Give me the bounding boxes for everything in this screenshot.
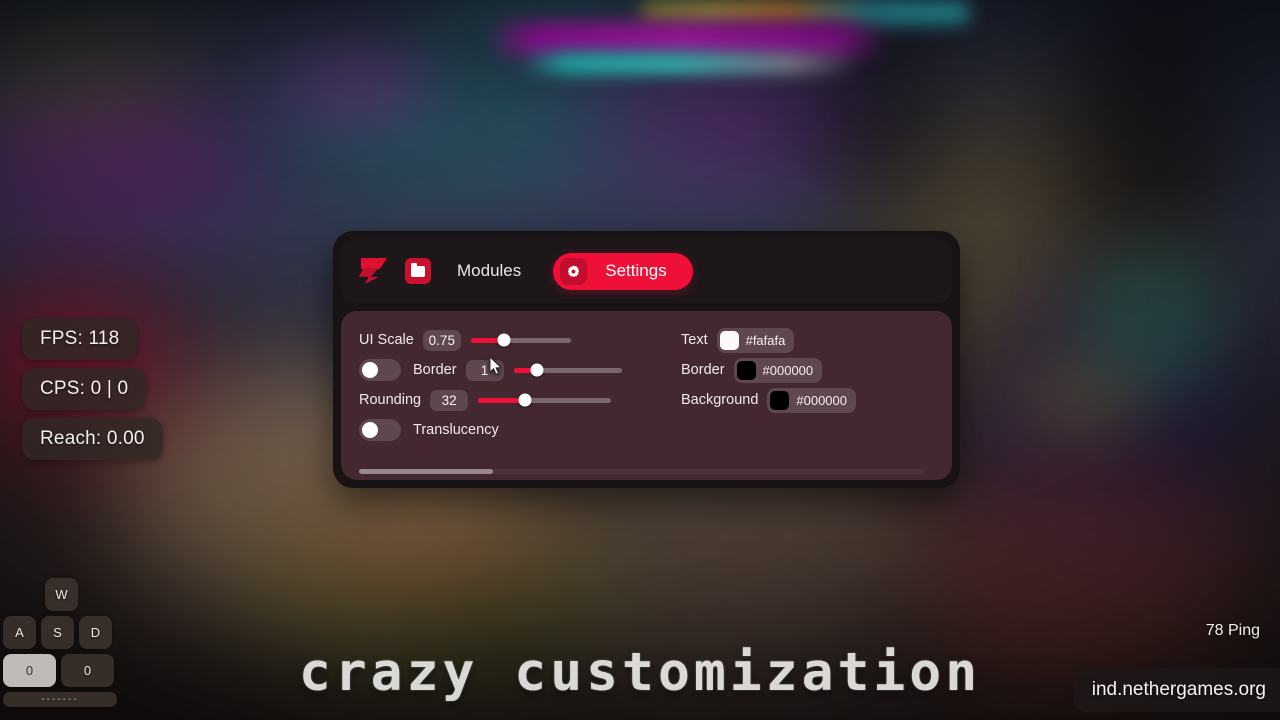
client-window: Modules Settings UI Scale 0.75 Border 1 … [333,231,960,488]
client-logo-icon [359,258,389,284]
setting-background-color-hex: #000000 [796,392,848,408]
setting-rounding-slider[interactable] [478,393,612,407]
setting-ui-scale-value[interactable]: 0.75 [422,329,461,351]
background-scoreboard-title [640,0,970,24]
modules-folder-icon[interactable] [405,258,431,284]
setting-ui-scale-slider[interactable] [470,333,571,347]
setting-rounding-label: Rounding [359,392,422,408]
setting-border-color-field[interactable]: #000000 [733,357,823,383]
setting-text-color-hex: #fafafa [745,332,786,348]
setting-background-color: Background #000000 [681,385,934,415]
tab-modules[interactable]: Modules [447,261,531,281]
color-swatch[interactable] [719,330,739,350]
settings-column-left: UI Scale 0.75 Border 1 Rounding 32 Trans… [359,325,659,445]
settings-horizontal-scrollbar[interactable] [359,469,924,474]
slider-knob[interactable] [530,363,544,377]
scrollbar-thumb[interactable] [359,469,493,474]
video-caption: crazy customization [298,642,982,703]
setting-text-color: Text #fafafa [681,325,934,355]
setting-background-color-field[interactable]: #000000 [767,387,857,413]
game-screen: FPS: 118 CPS: 0 | 0 Reach: 0.00 W A S D … [0,0,1280,720]
setting-border-toggle[interactable] [359,359,401,381]
settings-panel: UI Scale 0.75 Border 1 Rounding 32 Trans… [341,311,952,480]
hud-fps: FPS: 118 [22,318,138,360]
setting-border-color-label: Border [681,362,725,378]
color-swatch[interactable] [770,390,790,410]
client-topbar: Modules Settings [341,239,952,303]
background-scoreboard-banner [486,22,886,56]
setting-border-value[interactable]: 1 [465,359,504,381]
background-scoreboard-line [520,52,860,74]
hud-cps: CPS: 0 | 0 [22,368,147,410]
tab-settings[interactable]: Settings [553,252,693,290]
setting-text-color-field[interactable]: #fafafa [716,327,795,353]
setting-rounding: Rounding 32 [359,385,659,415]
setting-border-color-hex: #000000 [762,362,814,378]
setting-background-color-label: Background [681,392,759,408]
tab-settings-label: Settings [605,261,667,280]
color-swatch[interactable] [736,360,756,380]
slider-knob[interactable] [497,333,511,347]
setting-ui-scale-label: UI Scale [359,332,414,348]
key-w: W [45,578,78,611]
setting-rounding-value[interactable]: 32 [430,389,469,411]
gear-icon [560,257,588,285]
setting-border: Border 1 [359,355,659,385]
hud-ping: 78 Ping [1205,622,1260,639]
setting-translucency: Translucency [359,415,659,445]
settings-column-right: Text #fafafa Border #000000 Background #… [681,325,934,445]
setting-translucency-label: Translucency [413,422,499,438]
setting-translucency-toggle[interactable] [359,419,401,441]
hud-stats: FPS: 118 CPS: 0 | 0 Reach: 0.00 [22,318,163,460]
hud-reach: Reach: 0.00 [22,418,163,460]
setting-border-color: Border #000000 [681,355,934,385]
slider-knob[interactable] [518,393,532,407]
setting-border-slider[interactable] [513,363,622,377]
setting-border-label: Border [413,362,457,378]
setting-text-color-label: Text [681,332,708,348]
setting-ui-scale: UI Scale 0.75 [359,325,659,355]
